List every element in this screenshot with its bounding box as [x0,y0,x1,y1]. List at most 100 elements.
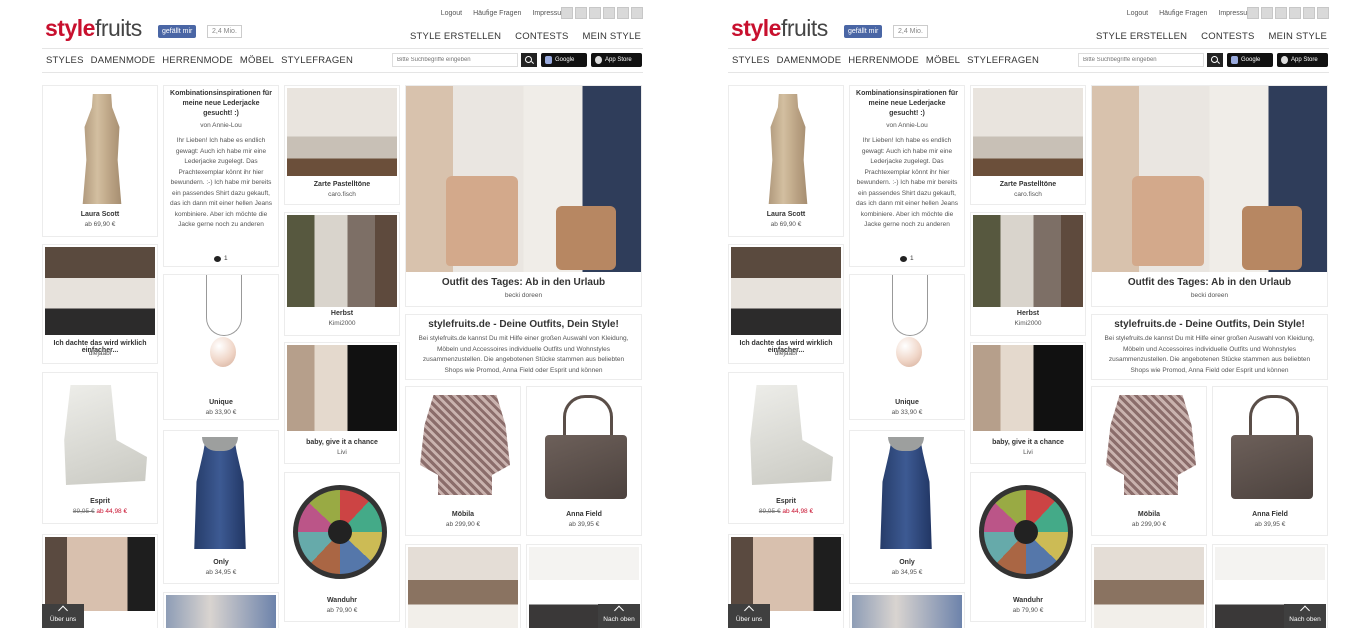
question-card[interactable]: Kombinationsinspirationen für meine neue… [163,85,279,267]
style-card-scarf[interactable] [849,592,965,628]
style-card-dining[interactable] [405,544,521,628]
nav-item-stylefragen[interactable]: STYLEFRAGEN [967,55,1039,66]
product-card-boots[interactable]: Esprit 89,95 € ab 44,98 € [728,372,844,524]
comment-count: 1 [224,255,228,262]
product-brand: Only [899,559,915,566]
hero-bag-image [1132,176,1204,266]
contests-link[interactable]: CONTESTS [1201,31,1254,42]
facebook-like-button[interactable]: gefällt mir [844,25,883,38]
style-author: becki doreen [1190,292,1229,299]
instagram-icon[interactable] [603,7,615,19]
nav-item-damenmode[interactable]: DAMENMODE [777,55,842,66]
nav-item-stylefragen[interactable]: STYLEFRAGEN [281,55,353,66]
product-card-top[interactable]: Only ab 34,95 € [163,430,279,584]
facebook-like-button[interactable]: gefällt mir [158,25,197,38]
nav-item-moebel[interactable]: MÖBEL [926,55,960,66]
top-links: Logout Häufige Fragen Impressum [1127,10,1253,17]
product-card-chair[interactable]: Möbila ab 299,90 € [1091,386,1207,536]
style-card-living[interactable]: Zarte Pastelltöne caro.fisch [970,85,1086,205]
nav-item-damenmode[interactable]: DAMENMODE [91,55,156,66]
twitter-icon[interactable] [575,7,587,19]
youtube-icon[interactable] [1303,7,1315,19]
style-erstellen-link[interactable]: STYLE ERSTELLEN [410,31,501,42]
style-author: caro.fisch [1014,191,1042,198]
style-card-herbst[interactable]: Herbst Kimi2000 [284,212,400,336]
mein-style-link[interactable]: MEIN STYLE [583,31,642,42]
product-card-bag[interactable]: Anna Field ab 39,95 € [526,386,642,536]
style-card-bedroom[interactable]: Ich dachte das wird wirklich einfacher..… [728,244,844,364]
mein-style-link[interactable]: MEIN STYLE [1269,31,1328,42]
logout-link[interactable]: Logout [1127,10,1148,17]
style-card-bedroom[interactable]: Ich dachte das wird wirklich einfacher..… [42,244,158,364]
style-author: diejaabi [88,350,112,357]
style-card-hero[interactable]: Outfit des Tages: Ab in den Urlaub becki… [1091,85,1328,307]
product-brand: Laura Scott [766,211,806,218]
product-card-dress[interactable]: Laura Scott ab 69,90 € [42,85,158,237]
product-price: ab 39,95 € [568,521,600,528]
product-brand: Only [213,559,229,566]
facebook-icon[interactable] [1247,7,1259,19]
search-input[interactable] [1078,53,1204,67]
twitter-icon[interactable] [1261,7,1273,19]
style-image [45,537,155,611]
product-card-clock[interactable]: Wanduhr ab 79,90 € [970,472,1086,622]
style-image [408,547,518,628]
search-icon[interactable] [521,53,537,67]
google-play-badge[interactable]: Google play [1227,53,1273,77]
nav-item-herrenmode[interactable]: HERRENMODE [848,55,919,66]
contests-link[interactable]: CONTESTS [515,31,568,42]
style-card-baby[interactable]: baby, give it a chance Livi [284,342,400,464]
style-card-living[interactable]: Zarte Pastelltöne caro.fisch [284,85,400,205]
necklace-image [192,275,256,393]
product-brand: Wanduhr [326,597,358,604]
old-price: 89,95 € [758,508,781,515]
nach-oben-button[interactable]: Nach oben [1284,604,1326,628]
style-erstellen-link[interactable]: STYLE ERSTELLEN [1096,31,1187,42]
style-card-dining[interactable] [1091,544,1207,628]
ueber-uns-button[interactable]: Über uns [42,604,84,628]
search-input[interactable] [392,53,518,67]
style-card-baby[interactable]: baby, give it a chance Livi [970,342,1086,464]
question-card[interactable]: Kombinationsinspirationen für meine neue… [849,85,965,267]
ueber-uns-button[interactable]: Über uns [728,604,770,628]
faq-link[interactable]: Häufige Fragen [473,10,521,17]
product-card-clock[interactable]: Wanduhr ab 79,90 € [284,472,400,622]
facebook-like-count: 2,4 Mio. [207,25,242,38]
logout-link[interactable]: Logout [441,10,462,17]
product-card-necklace[interactable]: Unique ab 33,90 € [849,274,965,420]
app-store-badge[interactable]: App Store [1277,53,1328,67]
nav-item-herrenmode[interactable]: HERRENMODE [162,55,233,66]
stylefruits-logo[interactable]: stylefruits [731,15,828,42]
product-card-boots[interactable]: Esprit 89,95 € ab 44,98 € [42,372,158,524]
google-play-badge[interactable]: Google play [541,53,587,77]
nach-oben-button[interactable]: Nach oben [598,604,640,628]
product-card-chair[interactable]: Möbila ab 299,90 € [405,386,521,536]
style-card-herbst[interactable]: Herbst Kimi2000 [970,212,1086,336]
nav-item-styles[interactable]: STYLES [732,55,770,66]
product-brand: Unique [895,399,919,406]
comment-icon [900,256,907,262]
facebook-icon[interactable] [561,7,573,19]
hero-boots-image [556,206,616,270]
product-card-necklace[interactable]: Unique ab 33,90 € [163,274,279,420]
app-store-badge[interactable]: App Store [591,53,642,67]
pinterest-icon[interactable] [1275,7,1287,19]
chair-image [1106,395,1196,495]
style-card-scarf[interactable] [163,592,279,628]
instagram-icon[interactable] [1289,7,1301,19]
product-card-dress[interactable]: Laura Scott ab 69,90 € [728,85,844,237]
youtube-icon[interactable] [617,7,629,19]
style-card-hero[interactable]: Outfit des Tages: Ab in den Urlaub becki… [405,85,642,307]
stylefruits-logo[interactable]: stylefruits [45,15,142,42]
search-icon[interactable] [1207,53,1223,67]
style-title: Outfit des Tages: Ab in den Urlaub [441,277,606,288]
faq-link[interactable]: Häufige Fragen [1159,10,1207,17]
rss-icon[interactable] [631,7,643,19]
rss-icon[interactable] [1317,7,1329,19]
boot-image [64,385,147,485]
product-card-bag[interactable]: Anna Field ab 39,95 € [1212,386,1328,536]
product-card-top[interactable]: Only ab 34,95 € [849,430,965,584]
pinterest-icon[interactable] [589,7,601,19]
nav-item-styles[interactable]: STYLES [46,55,84,66]
nav-item-moebel[interactable]: MÖBEL [240,55,274,66]
